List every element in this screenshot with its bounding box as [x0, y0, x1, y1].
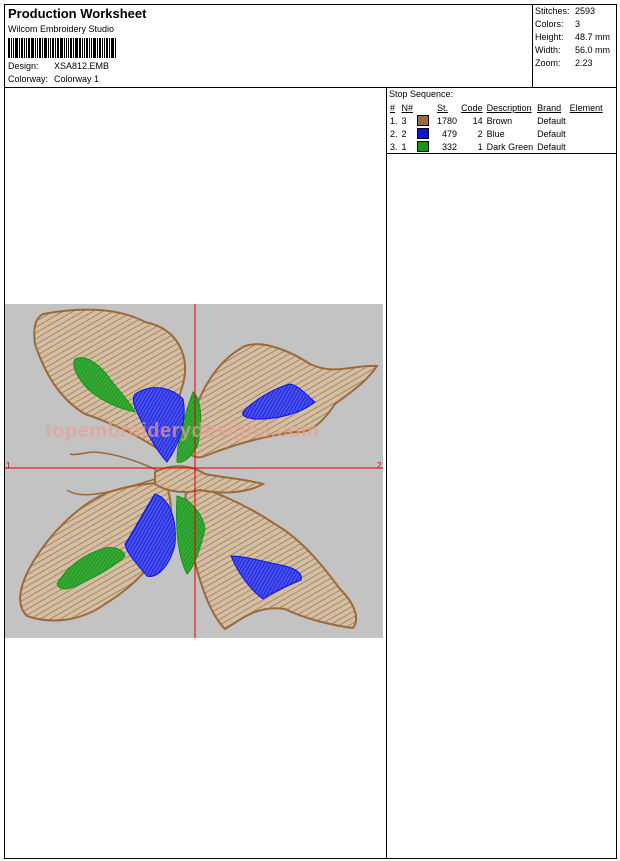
- design-label: Design:: [8, 61, 39, 71]
- watermark-text: topembroiderydesigns.com: [45, 420, 320, 442]
- butterfly-body: [154, 465, 266, 494]
- barcode-bar: [89, 38, 90, 58]
- col-header: Brand: [537, 102, 562, 113]
- color-swatch: [417, 128, 430, 140]
- barcode-bar: [68, 38, 69, 58]
- barcode-bar: [11, 38, 12, 58]
- barcode-bar: [111, 38, 114, 58]
- barcode-bar: [44, 38, 47, 58]
- stat-stitches: Stitches: 2593: [535, 6, 596, 16]
- table-header-row: # N# St. Code Description Brand Element: [388, 101, 605, 114]
- barcode-bar: [93, 38, 96, 58]
- axis-label-right: 2: [377, 461, 382, 470]
- barcode-bar: [82, 38, 83, 58]
- lower-right-wing: [184, 482, 358, 631]
- stop-sequence-table: # N# St. Code Description Brand Element …: [388, 101, 605, 153]
- barcode-bar: [48, 38, 49, 58]
- barcode-bar: [31, 38, 34, 58]
- barcode-bar: [79, 38, 81, 58]
- col-header: Code: [461, 102, 483, 113]
- barcode-bar: [70, 38, 72, 58]
- table-row: 1. 3 1780 14 Brown Default: [390, 115, 566, 127]
- barcode-bar: [52, 38, 54, 58]
- colorway-label: Colorway:: [8, 74, 49, 84]
- barcode-bar: [106, 38, 108, 58]
- design-value: XSA812.EMB: [54, 61, 110, 71]
- color-swatch: [417, 115, 430, 127]
- barcode-bar: [99, 38, 101, 58]
- barcode-bar: [91, 38, 92, 58]
- barcode-bar: [8, 38, 10, 58]
- barcode-bar: [97, 38, 98, 58]
- barcode-bar: [64, 38, 65, 58]
- butterfly-design: [5, 304, 383, 638]
- barcode-bar: [115, 38, 116, 58]
- barcode-bar: [102, 38, 103, 58]
- col-header: Element: [569, 102, 603, 113]
- stat-width: Width: 56.0 mm: [535, 45, 611, 55]
- barcode-bar: [35, 38, 36, 58]
- page-title: Production Worksheet: [8, 6, 147, 21]
- header-info: Production Worksheet Wilcom Embroidery S…: [5, 5, 533, 88]
- barcode-bar: [21, 38, 23, 58]
- barcode-bar: [39, 38, 41, 58]
- barcode-bar: [13, 38, 14, 58]
- barcode-bar: [57, 38, 59, 58]
- barcode: [8, 38, 133, 58]
- barcode-bar: [55, 38, 56, 58]
- barcode-bar: [37, 38, 38, 58]
- design-row: Design: XSA812.EMB: [8, 61, 109, 71]
- stop-sequence-panel: Stop Sequence: # N# St. Code Description…: [387, 88, 617, 154]
- table-row: 3. 1 332 1 Dark Green Default: [390, 141, 566, 153]
- software-name: Wilcom Embroidery Studio: [8, 24, 115, 34]
- stats-panel: Stitches: 2593 Colors: 3 Height: 48.7 mm Wi…: [533, 5, 617, 88]
- barcode-bar: [109, 38, 110, 58]
- barcode-bar: [50, 38, 51, 58]
- barcode-bar: [19, 38, 20, 58]
- barcode-bar: [104, 38, 105, 58]
- colorway-row: Colorway: Colorway 1: [8, 74, 99, 84]
- color-swatch: [417, 141, 430, 153]
- barcode-bar: [24, 38, 25, 58]
- barcode-bar: [66, 38, 67, 58]
- table-row: 2. 2 479 2 Blue Default: [390, 128, 566, 140]
- design-preview-area: topembroiderydesigns.com 1 2: [5, 88, 387, 859]
- stat-height: Height: 48.7 mm: [535, 32, 611, 42]
- barcode-bar: [86, 38, 88, 58]
- barcode-bar: [84, 38, 85, 58]
- col-header: St.: [437, 102, 449, 113]
- col-header: Description: [486, 102, 532, 113]
- barcode-bar: [42, 38, 43, 58]
- colorway-value: Colorway 1: [54, 74, 100, 84]
- barcode-bar: [15, 38, 18, 58]
- worksheet-frame: Production Worksheet Wilcom Embroidery S…: [4, 4, 617, 859]
- axis-label-left: 1: [6, 461, 11, 470]
- col-header: N#: [401, 102, 414, 113]
- design-canvas: topembroiderydesigns.com 1 2: [5, 304, 383, 638]
- stat-colors: Colors: 3: [535, 19, 581, 29]
- col-header: [415, 101, 435, 114]
- barcode-bar: [73, 38, 74, 58]
- barcode-bar: [75, 38, 78, 58]
- barcode-bar: [60, 38, 63, 58]
- barcode-bar: [26, 38, 27, 58]
- barcode-bar: [28, 38, 30, 58]
- stat-zoom: Zoom: 2.23: [535, 58, 593, 68]
- stop-sequence-title: Stop Sequence:: [389, 89, 454, 99]
- col-header: #: [390, 102, 396, 113]
- antenna-upper: [69, 451, 166, 475]
